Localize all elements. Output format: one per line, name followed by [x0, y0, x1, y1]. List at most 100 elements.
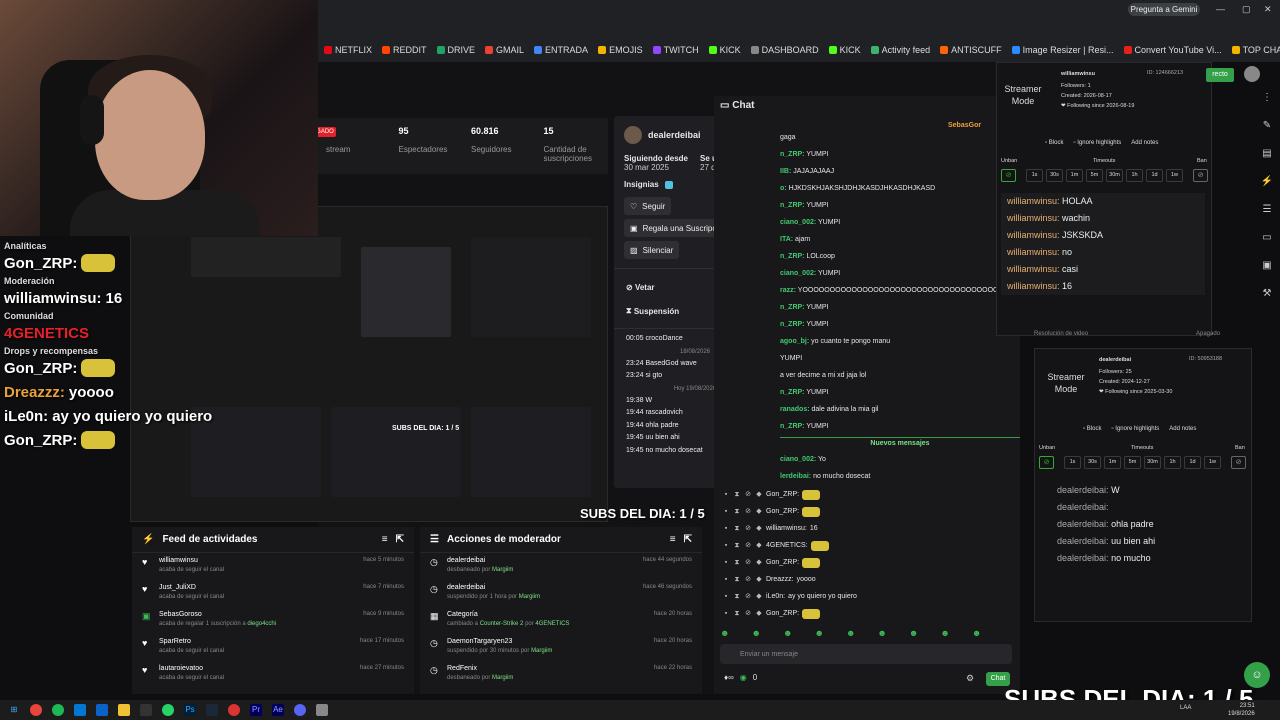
mod-action-item[interactable]: ▦ Categoría cambiado a Counter-Strike 2 po… — [420, 607, 702, 634]
more-icon[interactable]: ⋮ — [1259, 92, 1275, 108]
ban-icon[interactable]: ⊘ — [744, 525, 752, 533]
bolt-icon[interactable]: ⚡ — [1259, 176, 1275, 192]
chat-username[interactable]: iLe0n: — [766, 593, 785, 600]
emote-icon[interactable]: ☻ — [751, 628, 760, 638]
premiere-icon[interactable]: Pr — [250, 704, 262, 716]
hourglass-icon[interactable]: ⧗ — [733, 525, 741, 533]
chat-username[interactable]: williamwinsu: — [766, 525, 807, 532]
feed-user[interactable]: williamwinsu — [159, 557, 355, 564]
hourglass-icon[interactable]: ⧗ — [733, 610, 741, 618]
ban-icon[interactable]: ⊘ — [744, 542, 752, 550]
bookmark-item[interactable]: EMOJIS — [598, 45, 643, 55]
timeout-1w-button[interactable]: 1w — [1166, 169, 1183, 182]
hourglass-icon[interactable]: ⧗ — [733, 576, 741, 584]
trash-icon[interactable]: ▪ — [722, 559, 730, 567]
follow-button[interactable]: ♡ Seguir — [624, 197, 672, 215]
bookmark-item[interactable]: KICK — [828, 45, 861, 55]
sm-message-user[interactable]: williamwinsu: — [1007, 230, 1060, 240]
ban-icon[interactable]: ⊘ — [744, 610, 752, 618]
bookmark-item[interactable]: ENTRADA — [534, 45, 588, 55]
chat-username[interactable]: agoo_bj: — [780, 338, 809, 345]
ban-icon[interactable]: ⊘ — [744, 576, 752, 584]
filter-icon[interactable]: ≡ — [670, 534, 676, 545]
mod-action-subject[interactable]: RedFenix — [447, 665, 646, 672]
block-checkbox[interactable]: ▫ Block — [1083, 426, 1101, 432]
mod-action-subject[interactable]: dealerdeibai — [447, 557, 635, 564]
sm-message-user[interactable]: williamwinsu: — [1007, 196, 1060, 206]
bookmark-item[interactable]: ANTISCUFF — [940, 45, 1002, 55]
hourglass-icon[interactable]: ⧗ — [733, 508, 741, 516]
chat-username[interactable]: n_ZRP: — [780, 304, 805, 311]
badge-icon[interactable]: ◆ — [755, 559, 763, 567]
chrome-icon[interactable] — [30, 704, 42, 716]
whatsapp-icon[interactable] — [162, 704, 174, 716]
sm-message-user[interactable]: dealerdeibai: — [1057, 553, 1109, 563]
feed-item[interactable]: ♥ SparRetro acaba de seguir el canal hace 1… — [132, 634, 414, 661]
timeout-1s-button[interactable]: 1s — [1064, 456, 1081, 469]
ban-icon[interactable]: ⊘ — [744, 508, 752, 516]
steam-icon[interactable] — [206, 704, 218, 716]
timeout-5m-button[interactable]: 5m — [1086, 169, 1103, 182]
bookmark-item[interactable]: NETFLIX — [324, 45, 372, 55]
chat-username[interactable]: 4GENETICS: — [766, 542, 808, 549]
hourglass-icon[interactable]: ⧗ — [733, 542, 741, 550]
emote-icon[interactable]: ☻ — [877, 628, 886, 638]
chat-username[interactable]: ciano_002: — [780, 456, 816, 463]
edge-icon[interactable] — [74, 704, 86, 716]
sm-message-user[interactable]: dealerdeibai: — [1057, 502, 1109, 512]
hourglass-icon[interactable]: ⧗ — [733, 559, 741, 567]
bookmark-item[interactable]: Convert YouTube Vi... — [1123, 45, 1222, 55]
explorer-icon[interactable] — [118, 704, 130, 716]
mod-action-subject[interactable]: DaemonTargaryen23 — [447, 638, 646, 645]
bookmark-item[interactable]: Activity feed — [870, 45, 930, 55]
mod-action-by[interactable]: Margiim — [492, 675, 513, 681]
feed-item[interactable]: ▣ SebasGoroso acaba de regalar 1 suscripci… — [132, 607, 414, 634]
filter-icon[interactable]: ≡ — [382, 534, 388, 545]
chat-username[interactable]: n_ZRP: — [780, 202, 805, 209]
timeout-5m-button[interactable]: 5m — [1124, 456, 1141, 469]
sm-message-user[interactable]: williamwinsu: — [1007, 213, 1060, 223]
edit-icon[interactable]: ✎ — [1259, 120, 1275, 136]
timeout-1h-button[interactable]: 1h — [1126, 169, 1143, 182]
popout-icon[interactable]: ⇱ — [684, 534, 692, 545]
feed-user[interactable]: lautaroievatoo — [159, 665, 352, 672]
emote-icon[interactable]: ☻ — [940, 628, 949, 638]
feed-item[interactable]: ♥ lautaroievatoo acaba de seguir el canal h… — [132, 661, 414, 688]
feed-item[interactable]: ♥ williamwinsu acaba de seguir el canal hac… — [132, 553, 414, 580]
ignore-highlights-checkbox[interactable]: ▫ Ignore highlights — [1111, 426, 1159, 432]
chat-username[interactable]: ranados: — [780, 406, 810, 413]
badge-icon[interactable]: ◆ — [755, 542, 763, 550]
sm-message-user[interactable]: williamwinsu: — [1007, 281, 1060, 291]
trash-icon[interactable]: ▪ — [722, 508, 730, 516]
trash-icon[interactable]: ▪ — [722, 525, 730, 533]
feed-target[interactable]: diego4cchi — [247, 621, 276, 627]
timeout-1h-button[interactable]: 1h — [1164, 456, 1181, 469]
emote-icon[interactable]: ☻ — [909, 628, 918, 638]
sm-message-user[interactable]: dealerdeibai: — [1057, 519, 1109, 529]
mod-action-item[interactable]: ◷ dealerdeibai desbaneado por Margiim hace … — [420, 553, 702, 580]
chat-username[interactable]: n_ZRP: — [780, 389, 805, 396]
chat-username[interactable]: n_ZRP: — [780, 151, 805, 158]
photoshop-icon[interactable]: Ps — [184, 704, 196, 716]
mod-action-by[interactable]: Margiim — [531, 648, 552, 654]
chat-username[interactable]: o: — [780, 185, 787, 192]
ignore-highlights-checkbox[interactable]: ▫ Ignore highlights — [1073, 140, 1121, 146]
mod-action-by[interactable]: Margiim — [492, 567, 513, 573]
trash-icon[interactable]: ▪ — [722, 576, 730, 584]
mod-action-item[interactable]: ◷ RedFenix desbaneado por Margiim hace 22 h… — [420, 661, 702, 688]
mute-button[interactable]: ▨ Silenciar — [624, 241, 680, 259]
add-notes-button[interactable]: Add notes — [1131, 140, 1158, 146]
emote-icon[interactable]: ☻ — [814, 628, 823, 638]
spotify-icon[interactable] — [52, 704, 64, 716]
hourglass-icon[interactable]: ⧗ — [733, 491, 741, 499]
chat-username[interactable]: ciano_002: — [780, 219, 816, 226]
aftereffects-icon[interactable]: Ae — [272, 704, 284, 716]
badge-icon[interactable]: ◆ — [755, 525, 763, 533]
emote-icon[interactable]: ☻ — [846, 628, 855, 638]
emote-icon[interactable]: ☻ — [972, 628, 981, 638]
message-icon[interactable]: ▭ — [1259, 232, 1275, 248]
chat-username[interactable]: razz: — [780, 287, 796, 294]
mod-action-subject[interactable]: Categoría — [447, 611, 646, 618]
timeout-30s-button[interactable]: 30s — [1084, 456, 1101, 469]
sm-message-user[interactable]: dealerdeibai: — [1057, 485, 1109, 495]
